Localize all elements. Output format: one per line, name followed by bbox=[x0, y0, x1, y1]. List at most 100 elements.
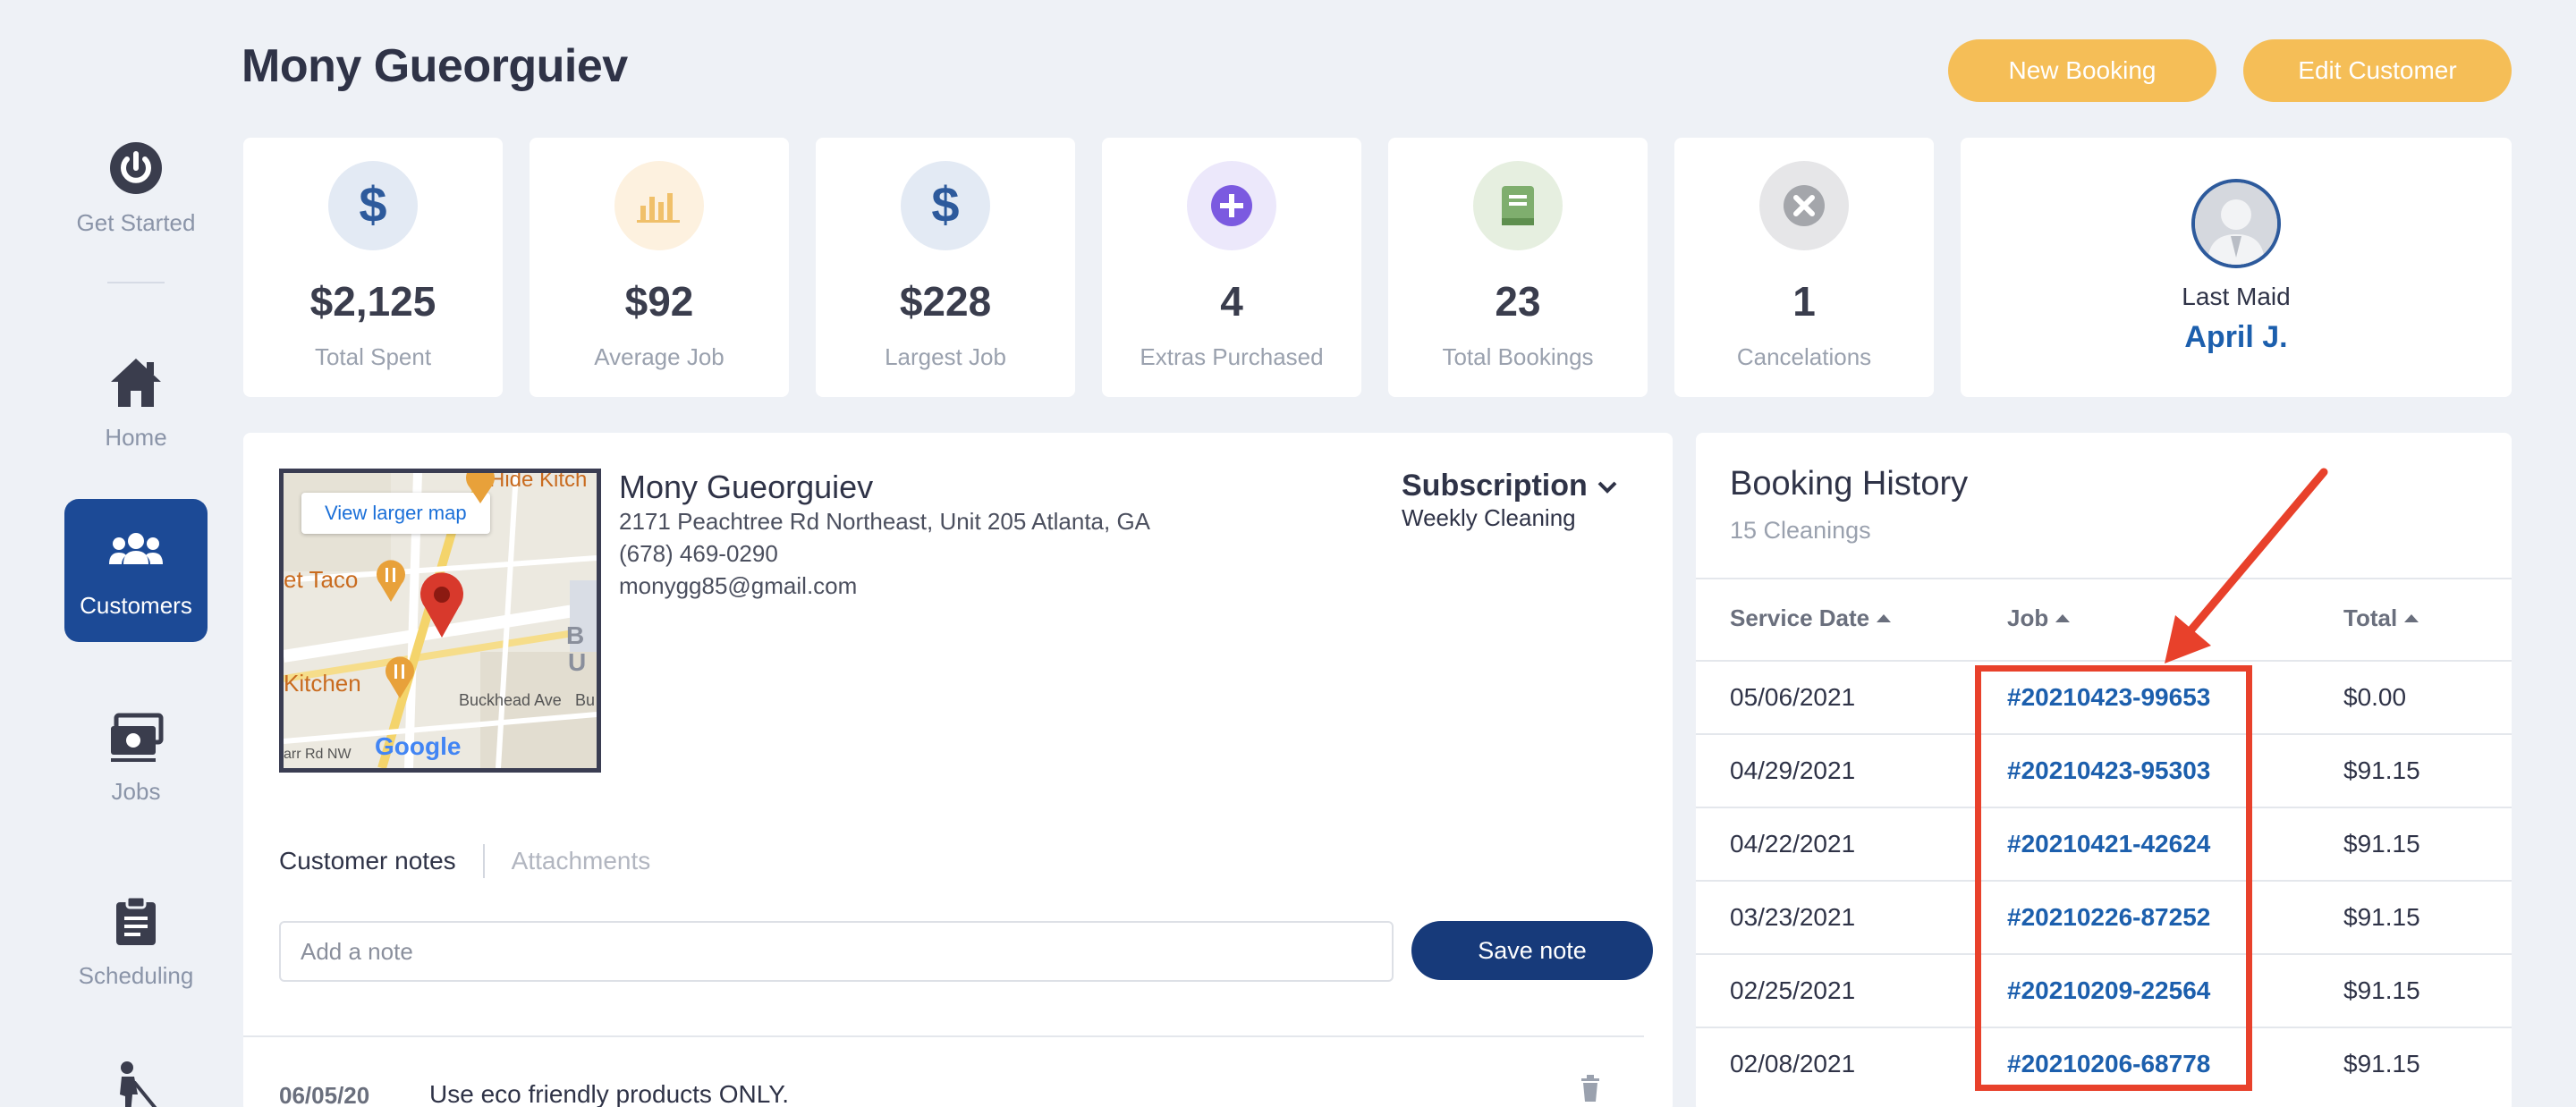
column-label: Job bbox=[2007, 604, 2049, 631]
svg-text:$: $ bbox=[931, 179, 959, 232]
stat-label: Total Spent bbox=[314, 343, 432, 370]
booking-history-title: Booking History bbox=[1730, 465, 1969, 503]
divider bbox=[1696, 578, 2512, 579]
service-date: 04/29/2021 bbox=[1730, 756, 1856, 784]
view-larger-map-link[interactable]: View larger map bbox=[301, 493, 490, 534]
job-total: $91.15 bbox=[2343, 830, 2420, 858]
chevron-down-icon bbox=[1597, 469, 1618, 503]
money-icon bbox=[107, 708, 165, 765]
map[interactable]: View larger map Hide Kitch et Taco Kitch… bbox=[279, 469, 601, 773]
customer-address: 2171 Peachtree Rd Northeast, Unit 205 At… bbox=[619, 508, 1151, 535]
column-header-service-date[interactable]: Service Date bbox=[1730, 604, 1892, 632]
map-label: Bu bbox=[575, 691, 596, 709]
booking-count: 15 Cleanings bbox=[1730, 517, 1871, 544]
tab-separator bbox=[482, 844, 485, 878]
svg-text:$: $ bbox=[359, 179, 386, 232]
last-maid-name[interactable]: April J. bbox=[2184, 320, 2287, 355]
job-total: $0.00 bbox=[2343, 683, 2407, 711]
nav-label: Get Started bbox=[76, 208, 196, 236]
map-label: B bbox=[566, 621, 585, 649]
x-circle-icon bbox=[1759, 161, 1849, 250]
stat-card-largest-job: $ $228 Largest Job bbox=[816, 138, 1075, 397]
map-label: Kitchen bbox=[284, 670, 361, 697]
clipboard-icon bbox=[107, 892, 165, 950]
stat-value: $2,125 bbox=[309, 278, 436, 325]
stat-label: Cancelations bbox=[1736, 343, 1872, 370]
nav-cleaners[interactable] bbox=[64, 1037, 208, 1107]
stat-label: Largest Job bbox=[885, 343, 1006, 370]
column-header-total[interactable]: Total bbox=[2343, 604, 2419, 632]
house-icon bbox=[107, 354, 165, 411]
service-date: 02/08/2021 bbox=[1730, 1050, 1856, 1077]
stat-value: $228 bbox=[899, 278, 992, 325]
power-icon bbox=[107, 139, 165, 197]
nav-label: Home bbox=[105, 423, 167, 451]
note-text: Use eco friendly products ONLY. bbox=[429, 1080, 790, 1107]
trash-icon[interactable] bbox=[1580, 1075, 1601, 1106]
service-date: 04/22/2021 bbox=[1730, 830, 1856, 858]
bar-chart-icon bbox=[614, 161, 704, 250]
sort-caret-icon bbox=[2404, 614, 2419, 622]
restaurant-pin-icon bbox=[382, 655, 418, 703]
job-total: $91.15 bbox=[2343, 1050, 2420, 1077]
job-total: $91.15 bbox=[2343, 976, 2420, 1004]
notes-tabs: Customer notes Attachments bbox=[279, 844, 650, 878]
restaurant-pin-icon bbox=[373, 559, 409, 606]
edit-customer-button[interactable]: Edit Customer bbox=[2243, 39, 2512, 102]
nav-get-started[interactable]: Get Started bbox=[64, 116, 208, 259]
service-date: 03/23/2021 bbox=[1730, 903, 1856, 931]
location-pin-icon bbox=[418, 571, 466, 642]
map-label: Buckhead Ave bbox=[459, 691, 562, 709]
highlight-box bbox=[1975, 665, 2252, 1091]
page-title: Mony Gueorguiev bbox=[242, 40, 628, 92]
dollar-icon: $ bbox=[328, 161, 418, 250]
sort-caret-icon bbox=[1877, 614, 1892, 622]
nav-divider bbox=[107, 282, 165, 283]
last-maid-card: Last Maid April J. bbox=[1961, 138, 2512, 397]
stat-value: $92 bbox=[624, 278, 694, 325]
column-label: Service Date bbox=[1730, 604, 1870, 631]
note-date: 06/05/20 bbox=[279, 1082, 370, 1107]
nav-home[interactable]: Home bbox=[64, 331, 208, 474]
map-label: et Taco bbox=[284, 566, 359, 593]
stat-value: 23 bbox=[1495, 278, 1541, 325]
map-label: U bbox=[568, 648, 587, 676]
cleaner-icon bbox=[107, 1059, 165, 1107]
tab-customer-notes[interactable]: Customer notes bbox=[279, 847, 456, 875]
new-booking-button[interactable]: New Booking bbox=[1948, 39, 2216, 102]
tab-attachments[interactable]: Attachments bbox=[512, 847, 651, 875]
customer-name: Mony Gueorguiev bbox=[619, 469, 874, 505]
stat-value: 4 bbox=[1220, 278, 1243, 325]
plus-circle-icon bbox=[1187, 161, 1276, 250]
last-maid-label: Last Maid bbox=[2182, 283, 2291, 310]
stat-card-average-job: $92 Average Job bbox=[530, 138, 789, 397]
nav-label: Jobs bbox=[111, 777, 161, 805]
add-note-input[interactable] bbox=[279, 921, 1394, 982]
google-logo: Google bbox=[375, 732, 462, 760]
subscription-label: Subscription bbox=[1402, 469, 1588, 503]
service-date: 05/06/2021 bbox=[1730, 683, 1856, 711]
nav-label: Customers bbox=[80, 591, 192, 619]
stat-label: Average Job bbox=[594, 343, 724, 370]
users-icon bbox=[107, 522, 165, 579]
customer-phone: (678) 469-0290 bbox=[619, 540, 778, 567]
stat-card-total-spent: $ $2,125 Total Spent bbox=[243, 138, 503, 397]
annotation-arrow-icon bbox=[2165, 468, 2328, 663]
book-icon bbox=[1473, 161, 1563, 250]
customer-email: monygg85@gmail.com bbox=[619, 572, 858, 599]
nav-jobs[interactable]: Jobs bbox=[64, 685, 208, 828]
nav-scheduling[interactable]: Scheduling bbox=[64, 869, 208, 1012]
subscription-dropdown[interactable]: Subscription bbox=[1402, 469, 1618, 503]
sort-caret-icon bbox=[2055, 614, 2071, 622]
stat-card-extras: 4 Extras Purchased bbox=[1102, 138, 1361, 397]
divider bbox=[243, 1035, 1644, 1037]
nav-customers[interactable]: Customers bbox=[64, 499, 208, 642]
column-header-job[interactable]: Job bbox=[2007, 604, 2071, 632]
restaurant-pin-icon bbox=[462, 473, 498, 508]
stat-label: Total Bookings bbox=[1442, 343, 1594, 370]
nav-label: Scheduling bbox=[78, 961, 194, 989]
customer-panel: View larger map Hide Kitch et Taco Kitch… bbox=[243, 433, 1673, 1107]
save-note-button[interactable]: Save note bbox=[1411, 921, 1653, 980]
job-total: $91.15 bbox=[2343, 756, 2420, 784]
job-total: $91.15 bbox=[2343, 903, 2420, 931]
